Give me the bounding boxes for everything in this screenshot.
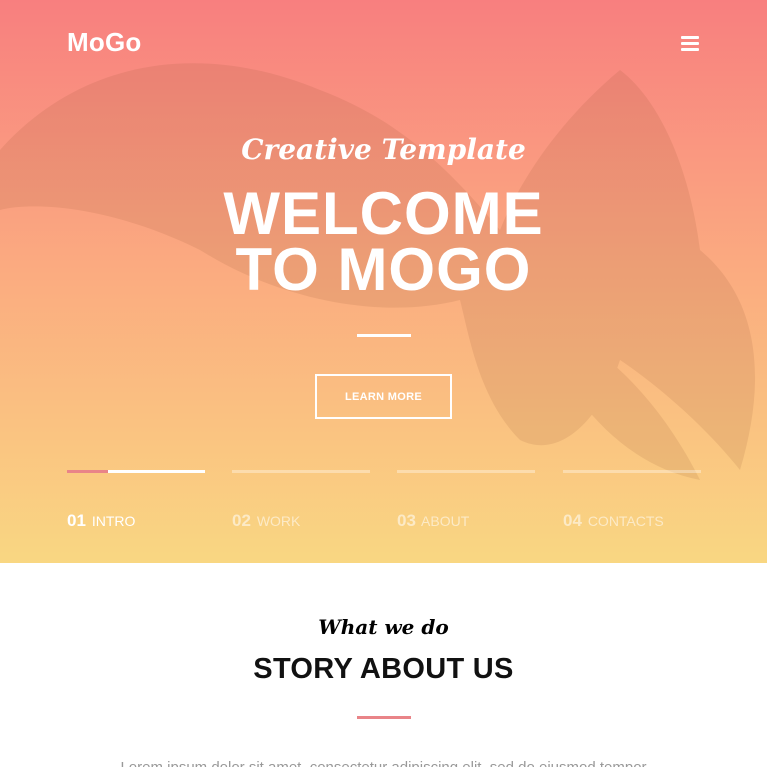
- page: MoGo Creative Template WELCOME TO MOGO L…: [0, 0, 767, 767]
- hero-title: WELCOME TO MOGO: [0, 180, 767, 303]
- slide-title: ABOUT: [421, 513, 470, 529]
- hero-divider: [357, 334, 411, 337]
- about-section: What we do STORY ABOUT US Lorem ipsum do…: [0, 563, 767, 767]
- slide-label: 02 WORK: [232, 511, 300, 531]
- slide-tab-contacts[interactable]: 04 CONTACTS: [563, 470, 701, 530]
- slide-number: 03: [397, 511, 416, 530]
- hero-title-line-2: TO MOGO: [235, 236, 532, 303]
- hero-section: MoGo Creative Template WELCOME TO MOGO L…: [0, 0, 767, 563]
- slide-progress: [67, 470, 109, 473]
- about-divider: [357, 716, 411, 719]
- about-text: Lorem ipsum dolor sit amet, consectetur …: [0, 759, 767, 767]
- slide-track: [232, 470, 370, 473]
- slide-label: 04 CONTACTS: [563, 511, 664, 531]
- about-title: STORY ABOUT US: [253, 653, 514, 685]
- learn-more-button[interactable]: LEARN MORE: [315, 374, 452, 419]
- slide-track: [563, 470, 701, 473]
- slide-label: 03 ABOUT: [397, 511, 469, 531]
- slide-title: CONTACTS: [587, 513, 664, 529]
- menu-bar: [681, 36, 699, 39]
- slider-navigation: 01 INTRO 02 WORK 03 ABOUT 04 CONTACTS: [67, 470, 701, 540]
- hero-title-line-1: WELCOME: [223, 180, 544, 247]
- slide-title: INTRO: [91, 513, 136, 529]
- hero-subtitle: Creative Template: [241, 133, 526, 166]
- slide-label: 01 INTRO: [67, 511, 135, 531]
- slide-track: [397, 470, 535, 473]
- slide-tab-work[interactable]: 02 WORK: [232, 470, 370, 530]
- slide-title: WORK: [256, 513, 301, 529]
- menu-bar: [681, 42, 699, 45]
- menu-bar: [681, 48, 699, 51]
- slide-number: 01: [67, 511, 86, 530]
- brand-logo[interactable]: MoGo: [67, 27, 141, 58]
- slide-tab-about[interactable]: 03 ABOUT: [397, 470, 535, 530]
- about-kicker: What we do: [318, 615, 449, 639]
- slide-number: 02: [232, 511, 251, 530]
- hamburger-menu-icon[interactable]: [681, 34, 701, 52]
- slide-number: 04: [563, 511, 582, 530]
- slide-tab-intro[interactable]: 01 INTRO: [67, 470, 205, 530]
